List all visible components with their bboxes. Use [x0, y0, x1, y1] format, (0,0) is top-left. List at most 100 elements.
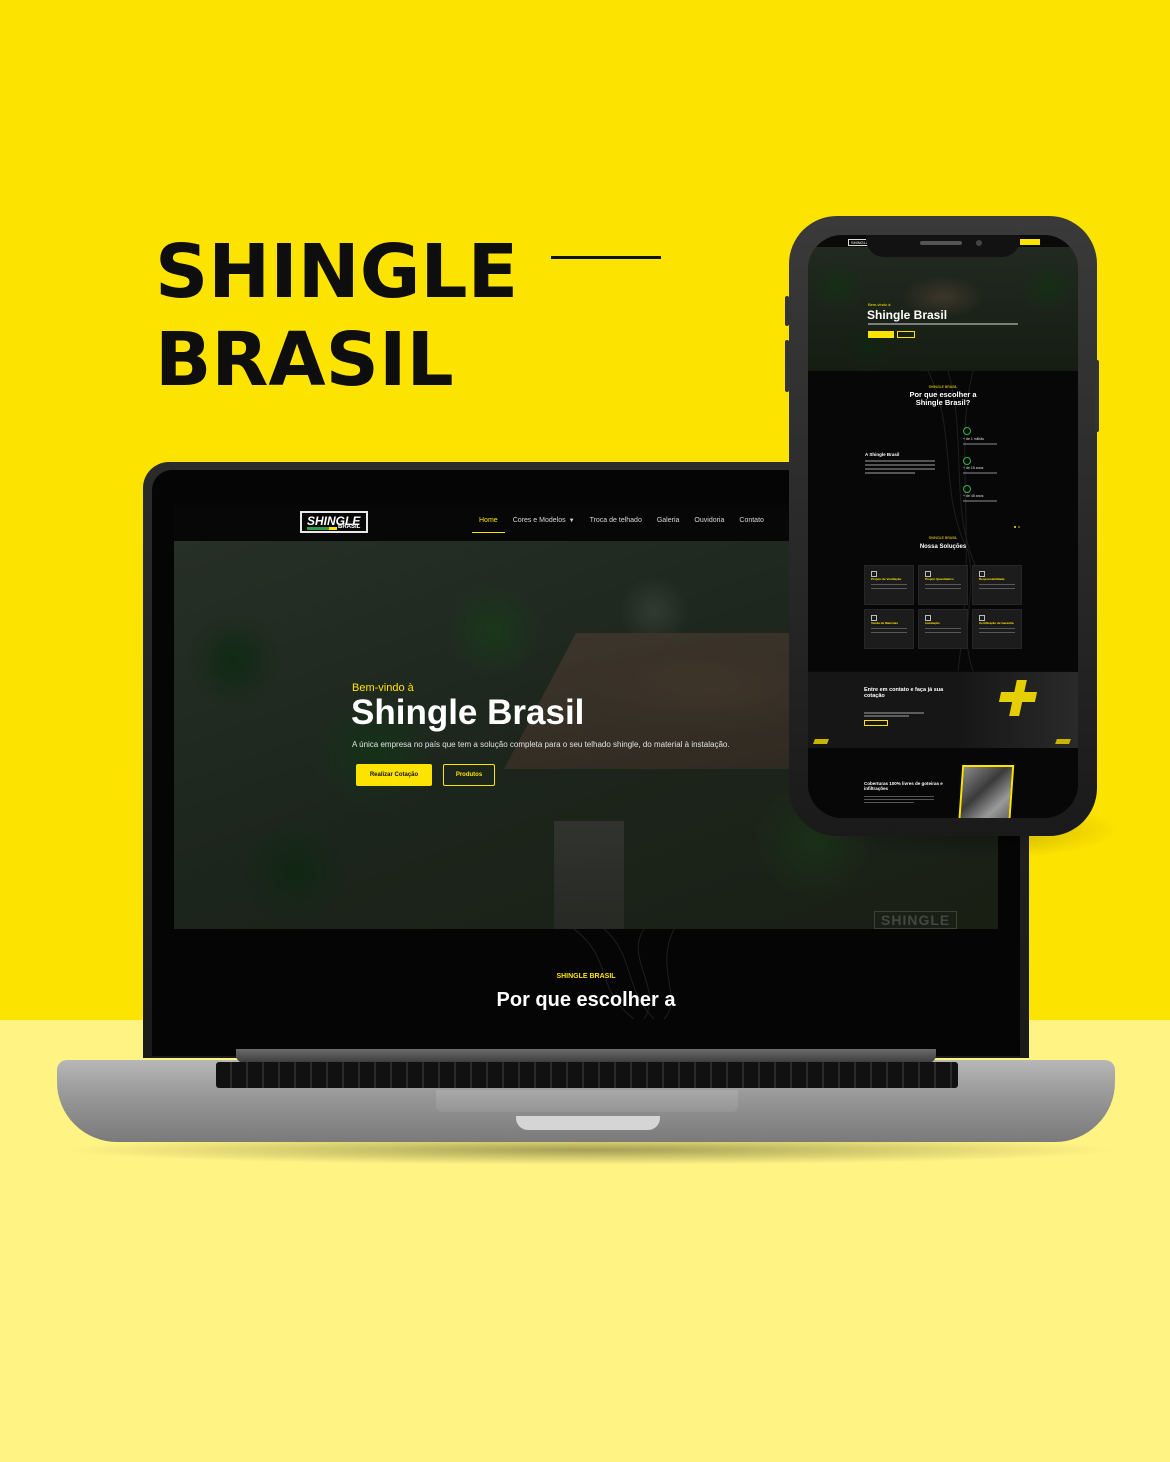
- mobile-stat-line: [963, 500, 997, 502]
- mobile-hero: Bem-vindo à Shingle Brasil: [808, 247, 1078, 371]
- solution-card-line: [871, 584, 907, 586]
- solution-card-line: [925, 588, 961, 590]
- mobile-solutions-title: Nossa Soluções: [919, 544, 967, 550]
- phone-camera: [976, 240, 982, 246]
- decor-stripe: [813, 739, 829, 744]
- chevron-down-icon: ▼: [568, 518, 575, 524]
- nav-item-cores-e-modelos[interactable]: Cores e Modelos ▼: [513, 517, 575, 531]
- nav-item-galeria[interactable]: Galeria: [657, 517, 680, 531]
- phone-notch: [866, 235, 1020, 257]
- mobile-why-title-2: Shingle Brasil?: [915, 398, 971, 407]
- mobile-roofs-line: [864, 799, 934, 801]
- mobile-hero-title: Shingle Brasil: [867, 308, 948, 322]
- nav-item-troca-de-telhado[interactable]: Troca de telhado: [590, 517, 642, 531]
- mobile-why-eyebrow: SHINGLE BRASIL: [928, 385, 958, 389]
- hero-description: A única empresa no país que tem a soluçã…: [352, 740, 730, 749]
- mobile-stat-line: [963, 443, 997, 445]
- shingle-brasil-logo[interactable]: SHINGLE BRASIL: [300, 511, 368, 533]
- carousel-dots[interactable]: [1014, 515, 1024, 528]
- solution-card[interactable]: Venda de Materiais: [864, 609, 914, 649]
- produtos-button[interactable]: Produtos: [443, 764, 495, 786]
- phone-power-button: [1095, 360, 1099, 432]
- solution-card-title: Responsabilidade: [979, 577, 1005, 581]
- carousel-dot[interactable]: [1018, 526, 1020, 528]
- solution-card-line: [979, 584, 1015, 586]
- mobile-contact-title: Entre em contato e faça já sua cotação: [864, 687, 944, 699]
- solution-card-line: [925, 584, 961, 586]
- desktop-menu: Home Cores e Modelos ▼ Troca de telhado G…: [472, 517, 764, 533]
- solution-card[interactable]: Instalação: [918, 609, 968, 649]
- hero-title: Shingle Brasil: [351, 693, 585, 732]
- solution-card-line: [925, 628, 961, 630]
- award-icon: [963, 485, 971, 493]
- solution-card-line: [871, 588, 907, 590]
- mobile-contact-button[interactable]: [864, 720, 888, 726]
- phone-speaker: [920, 241, 962, 245]
- mobile-roofs-title: Coberturas 100% livres de goteiras e inf…: [864, 781, 943, 791]
- laptop-front-notch: [516, 1116, 660, 1130]
- why-section: SHINGLE BRASIL Por que escolher a: [174, 929, 998, 1019]
- mobile-contact-line: [864, 715, 909, 717]
- mobile-about-title: A Shingle Brasil: [865, 452, 900, 457]
- mobile-why-section: SHINGLE BRASIL Por que escolher a Shingl…: [808, 371, 1078, 671]
- mobile-about-line: [865, 468, 935, 470]
- mobile-about-line: [865, 460, 935, 462]
- mobile-roof-image: [957, 765, 1015, 818]
- solution-card-title: Projeto de Ventilação: [871, 577, 902, 581]
- why-eyebrow: SHINGLE BRASIL: [556, 973, 616, 980]
- phone-screen: Bem-vindo à Shingle Brasil SHINGLE SHING…: [808, 235, 1078, 818]
- logo-green-bar: [307, 527, 329, 530]
- nav-item-home[interactable]: Home: [472, 517, 505, 533]
- headline-rule: [551, 256, 661, 259]
- solution-card-title: Projeto Quantitativo: [925, 577, 954, 581]
- laptop-keyboard: [216, 1062, 958, 1088]
- decor-stripe: [1055, 739, 1071, 744]
- mobile-stat-2: + de 15 anos: [963, 466, 984, 470]
- realizar-cotacao-button[interactable]: Realizar Cotação: [356, 764, 432, 786]
- page-headline: SHINGLE BRASIL: [155, 228, 518, 404]
- solution-card-line: [979, 628, 1015, 630]
- why-title: Por que escolher a: [496, 989, 676, 1011]
- solution-card[interactable]: Projeto de Ventilação: [864, 565, 914, 605]
- solution-card[interactable]: Certificação de Garantia: [972, 609, 1022, 649]
- solution-card-title: Certificação de Garantia: [979, 621, 1014, 625]
- laptop-hinge: [236, 1049, 936, 1063]
- nav-item-contato[interactable]: Contato: [739, 517, 764, 531]
- headline-line-2: BRASIL: [155, 317, 454, 403]
- mobile-roofs-line: [864, 802, 914, 804]
- solution-card-line: [871, 628, 907, 630]
- nav-item-cores-e-modelos-label: Cores e Modelos: [512, 517, 566, 524]
- solution-card-line: [979, 588, 1015, 590]
- mobile-stat-line: [963, 472, 997, 474]
- logo-yellow-bar: [329, 527, 337, 530]
- hero-watermark: SHINGLE: [874, 911, 958, 929]
- solution-card-line: [925, 632, 961, 634]
- mobile-solutions-eyebrow: SHINGLE BRASIL: [928, 536, 958, 540]
- mobile-roofs-line: [864, 796, 934, 798]
- nav-item-ouvidoria[interactable]: Ouvidoria: [694, 517, 724, 531]
- mobile-stat-3: + de 45 anos: [963, 494, 984, 498]
- solution-card-line: [871, 632, 907, 634]
- mobile-about-line: [865, 472, 915, 474]
- mobile-about-line: [865, 464, 935, 466]
- plus-shape: [998, 692, 1038, 702]
- mobile-hero-description: [868, 323, 1018, 325]
- logo-sub-text: BRASIL: [338, 524, 361, 530]
- solution-card[interactable]: Responsabilidade: [972, 565, 1022, 605]
- solution-card-title: Instalação: [925, 621, 940, 625]
- mobile-contact-line: [864, 712, 924, 714]
- mobile-menu-button[interactable]: [1020, 239, 1040, 245]
- mobile-cotacao-button[interactable]: [868, 331, 894, 338]
- house-icon: [963, 427, 971, 435]
- mobile-contact-section: Entre em contato e faça já sua cotação: [808, 672, 1078, 748]
- mobile-hero-pretitle: Bem-vindo à: [868, 302, 891, 307]
- solution-card[interactable]: Projeto Quantitativo: [918, 565, 968, 605]
- laptop-trackpad: [436, 1090, 738, 1112]
- headline-line-1: SHINGLE: [155, 229, 519, 315]
- carousel-dot[interactable]: [1014, 526, 1016, 528]
- solution-card-title: Venda de Materiais: [871, 621, 899, 625]
- mobile-stat-1: + de 1 milhão: [963, 437, 985, 441]
- mobile-produtos-button[interactable]: [897, 331, 915, 338]
- chart-icon: [963, 457, 971, 465]
- solution-card-line: [979, 632, 1015, 634]
